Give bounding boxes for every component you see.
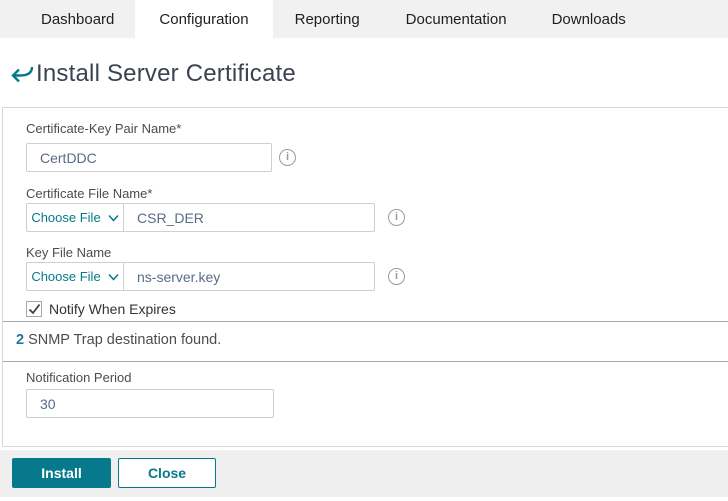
info-icon[interactable]: i [388, 268, 405, 285]
cert-key-pair-label: Certificate-Key Pair Name* [26, 121, 181, 136]
action-bar: Install Close [0, 450, 728, 497]
tab-configuration[interactable]: Configuration [135, 0, 272, 38]
install-certificate-form: Certificate-Key Pair Name* i Certificate… [2, 107, 728, 447]
tab-reporting[interactable]: Reporting [273, 0, 382, 38]
back-arrow-icon[interactable] [8, 63, 34, 89]
choose-file-label: Choose File [31, 269, 100, 284]
info-icon[interactable]: i [388, 209, 405, 226]
tab-downloads[interactable]: Downloads [531, 0, 647, 38]
notify-when-expires-checkbox[interactable]: Notify When Expires [26, 301, 176, 317]
chevron-down-icon [108, 273, 119, 281]
cert-file-label: Certificate File Name* [26, 186, 152, 201]
cert-file-control: Choose File [26, 203, 375, 232]
install-button[interactable]: Install [12, 458, 111, 488]
cert-file-input[interactable] [124, 204, 374, 231]
checkbox-checked[interactable] [26, 301, 42, 317]
choose-file-label: Choose File [31, 210, 100, 225]
snmp-trap-notice: 2SNMP Trap destination found. [16, 332, 221, 348]
top-tab-bar: Dashboard Configuration Reporting Docume… [0, 0, 728, 38]
notification-period-input[interactable] [26, 389, 274, 418]
separator [3, 321, 728, 322]
notify-when-expires-label: Notify When Expires [49, 301, 176, 317]
notification-period-label: Notification Period [26, 370, 132, 385]
key-file-input[interactable] [124, 263, 374, 290]
chevron-down-icon [108, 214, 119, 222]
tab-documentation[interactable]: Documentation [382, 0, 531, 38]
cert-key-pair-input[interactable] [26, 143, 272, 172]
cert-file-choose-button[interactable]: Choose File [27, 204, 124, 231]
key-file-label: Key File Name [26, 245, 111, 260]
snmp-trap-text: SNMP Trap destination found. [28, 332, 221, 348]
snmp-trap-count: 2 [16, 332, 24, 348]
close-button[interactable]: Close [118, 458, 216, 488]
separator [3, 361, 728, 362]
key-file-choose-button[interactable]: Choose File [27, 263, 124, 290]
info-icon[interactable]: i [279, 149, 296, 166]
page-title: Install Server Certificate [36, 60, 296, 88]
check-icon [28, 303, 41, 315]
tab-dashboard[interactable]: Dashboard [20, 0, 135, 38]
key-file-control: Choose File [26, 262, 375, 291]
